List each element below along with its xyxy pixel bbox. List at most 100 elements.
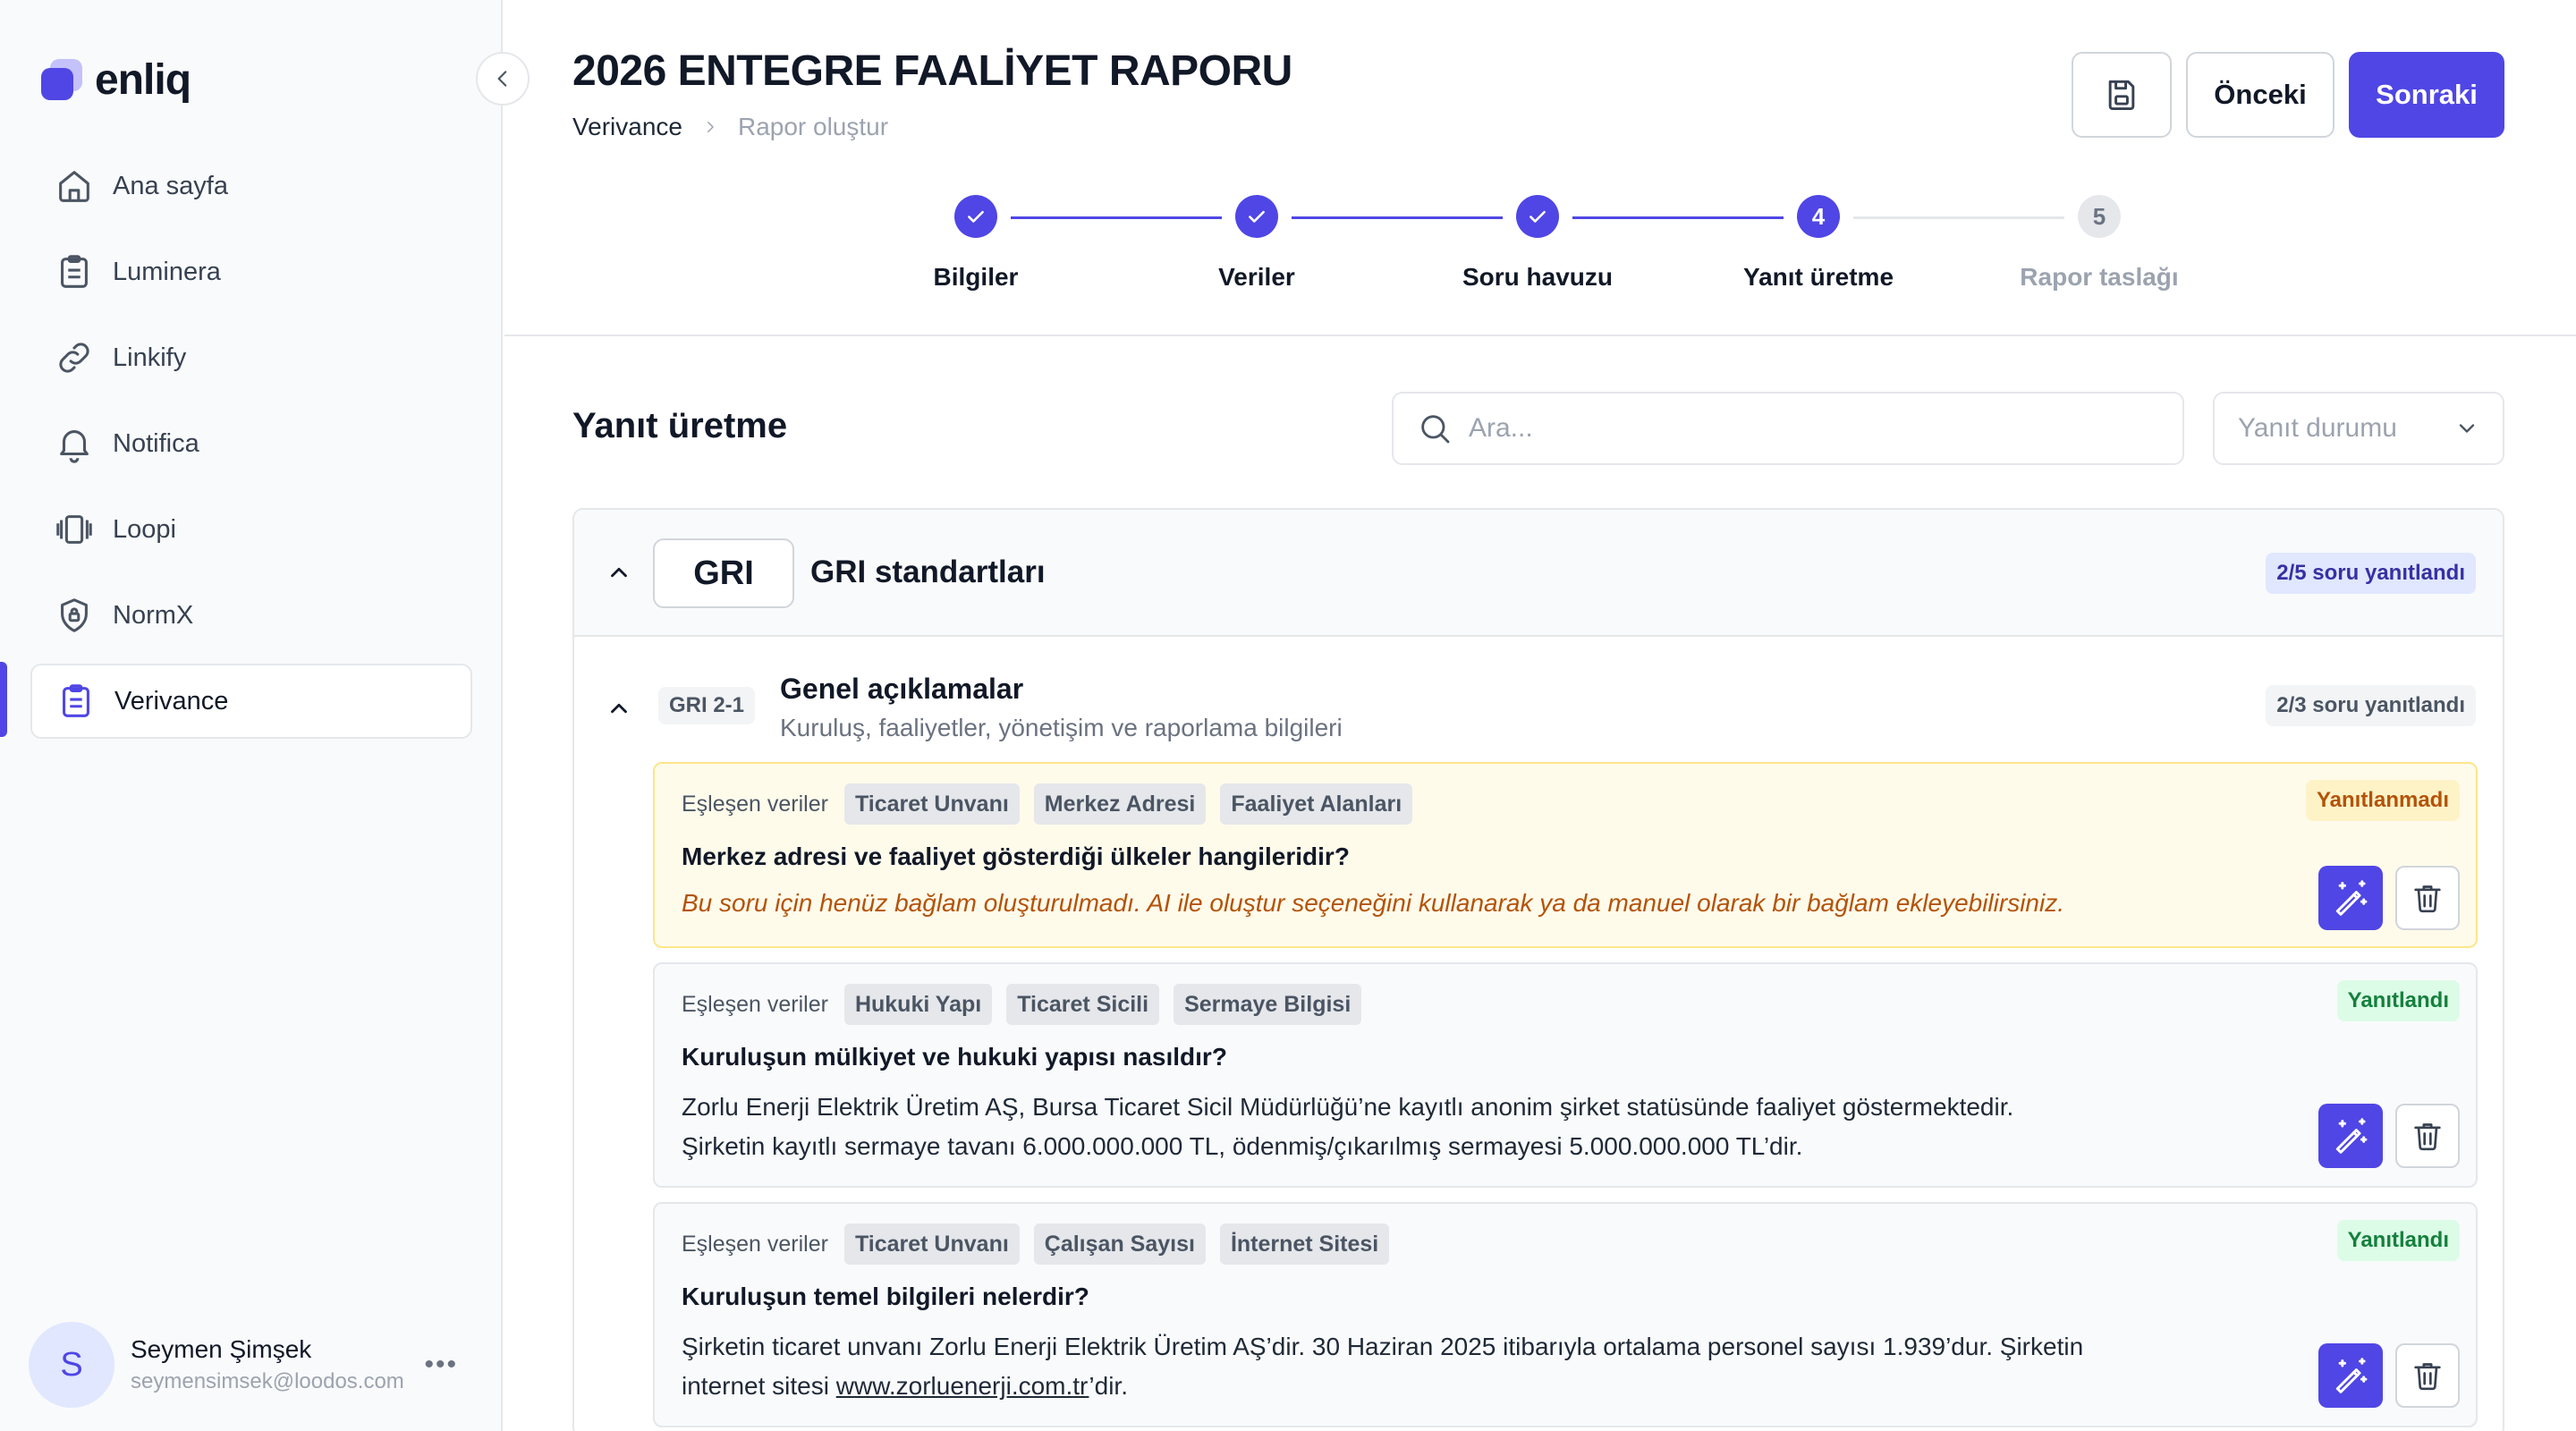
data-tag: Faaliyet Alanları xyxy=(1220,783,1413,825)
trash-icon xyxy=(2414,1123,2441,1151)
user-email: seymensimsek@loodos.com xyxy=(131,1369,404,1393)
group-code: GRI xyxy=(653,538,794,608)
data-tag: Ticaret Sicili xyxy=(1006,984,1160,1025)
search-box[interactable] xyxy=(1392,392,2184,465)
answer-text: Şirketin ticaret unvanı Zorlu Enerji Ele… xyxy=(682,1327,2202,1406)
chevron-right-icon xyxy=(707,122,714,132)
section-title: Yanıt üretme xyxy=(572,406,788,445)
chevron-up-icon[interactable] xyxy=(601,690,637,726)
next-button[interactable]: Sonraki xyxy=(2349,52,2504,138)
sidebar-item-label: Notifica xyxy=(113,428,199,458)
matched-data-label: Eşleşen veriler xyxy=(682,791,828,817)
collapse-sidebar-button[interactable] xyxy=(476,52,530,106)
group-header[interactable]: GRI GRI standartları 2/5 soru yanıtlandı xyxy=(574,510,2503,637)
section-progress-badge: 2/3 soru yanıtlandı xyxy=(2266,685,2476,726)
logo-mark-icon xyxy=(41,58,84,102)
save-button[interactable] xyxy=(2072,52,2172,138)
question-text: Kuruluşun mülkiyet ve hukuki yapısı nası… xyxy=(682,1043,1227,1071)
delete-button[interactable] xyxy=(2395,1104,2460,1168)
matched-data-label: Eşleşen veriler xyxy=(682,1231,828,1257)
status-filter-select[interactable]: Yanıt durumu xyxy=(2213,392,2504,465)
breadcrumb-item-verivance[interactable]: Verivance xyxy=(572,113,682,141)
delete-button[interactable] xyxy=(2395,866,2460,930)
empty-context-message: Bu soru için henüz bağlam oluşturulmadı.… xyxy=(682,889,2064,917)
data-tag: Merkez Adresi xyxy=(1033,783,1207,825)
bell-icon xyxy=(60,430,89,463)
search-input[interactable] xyxy=(1469,413,2148,444)
section-description: Kuruluş, faaliyetler, yönetişim ve rapor… xyxy=(780,714,1343,741)
more-options-icon[interactable]: ••• xyxy=(424,1350,458,1380)
section-code: GRI 2-1 xyxy=(658,687,756,724)
trash-icon xyxy=(2414,1363,2441,1391)
sidebar-item-label: Luminera xyxy=(113,257,221,286)
user-profile[interactable]: S Seymen Şimşek seymensimsek@loodos.com … xyxy=(29,1322,476,1408)
website-link[interactable]: www.zorluenerji.com.tr xyxy=(836,1372,1089,1400)
active-indicator xyxy=(0,662,7,737)
question-actions xyxy=(2318,866,2460,930)
ai-generate-button[interactable] xyxy=(2318,1104,2383,1168)
answer-line: Şirketin kayıtlı sermaye tavanı 6.000.00… xyxy=(682,1132,1803,1160)
answer-line: Zorlu Enerji Elektrik Üretim AŞ, Bursa T… xyxy=(682,1093,2014,1121)
matched-data-label: Eşleşen veriler xyxy=(682,991,828,1017)
user-name: Seymen Şimşek xyxy=(131,1335,312,1363)
previous-button[interactable]: Önceki xyxy=(2186,52,2334,138)
check-icon xyxy=(954,195,997,238)
check-icon xyxy=(1516,195,1559,238)
step-veriler[interactable]: Veriler xyxy=(1149,195,1364,292)
carousel-icon xyxy=(56,515,92,544)
magic-wand-icon xyxy=(2335,1118,2368,1154)
delete-button[interactable] xyxy=(2395,1343,2460,1408)
shield-lock-icon xyxy=(61,598,88,632)
sidebar-item-linkify[interactable]: Linkify xyxy=(30,320,472,395)
step-bilgiler[interactable]: Bilgiler xyxy=(869,195,1083,292)
matched-data-tags: Eşleşen veriler Hukuki Yapı Ticaret Sici… xyxy=(682,984,1362,1025)
step-yanit-uretme[interactable]: 4 Yanıt üretme xyxy=(1711,195,1926,292)
step-label: Soru havuzu xyxy=(1462,263,1613,291)
sidebar-item-label: Verivance xyxy=(114,686,229,716)
clipboard-list-icon xyxy=(63,684,89,717)
sidebar-item-verivance[interactable]: Verivance xyxy=(30,664,472,739)
question-card: Eşleşen veriler Ticaret Unvanı Merkez Ad… xyxy=(653,762,2478,948)
breadcrumb: Verivance Rapor oluştur xyxy=(572,113,888,141)
question-card: Eşleşen veriler Ticaret Unvanı Çalışan S… xyxy=(653,1202,2478,1427)
chevron-up-icon[interactable] xyxy=(601,555,637,590)
sidebar-nav: Ana sayfa Luminera Linkify Notifica Loop… xyxy=(30,148,472,749)
ai-generate-button[interactable] xyxy=(2318,866,2383,930)
question-text: Merkez adresi ve faaliyet gösterdiği ülk… xyxy=(682,843,1350,870)
step-number: 5 xyxy=(2078,195,2121,238)
sidebar-item-notifica[interactable]: Notifica xyxy=(30,406,472,481)
avatar: S xyxy=(29,1322,114,1408)
data-tag: İnternet Sitesi xyxy=(1219,1224,1390,1265)
status-badge: Yanıtlanmadı xyxy=(2305,780,2460,821)
sidebar-item-label: Linkify xyxy=(113,343,187,372)
question-actions xyxy=(2318,1104,2460,1168)
step-soru-havuzu[interactable]: Soru havuzu xyxy=(1430,195,1645,292)
magic-wand-icon xyxy=(2335,1358,2368,1393)
logo[interactable]: enliq xyxy=(41,55,191,105)
logo-text: enliq xyxy=(95,56,191,104)
home-icon xyxy=(59,171,89,202)
question-text: Kuruluşun temel bilgileri nelerdir? xyxy=(682,1283,1089,1310)
sidebar-item-normx[interactable]: NormX xyxy=(30,578,472,653)
matched-data-tags: Eşleşen veriler Ticaret Unvanı Merkez Ad… xyxy=(682,783,1413,825)
data-tag: Çalışan Sayısı xyxy=(1033,1224,1206,1265)
ai-generate-button[interactable] xyxy=(2318,1343,2383,1408)
standard-group-card: GRI GRI standartları 2/5 soru yanıtlandı… xyxy=(572,508,2504,1431)
stepper: Bilgiler Veriler Soru havuzu 4 Yanıt üre… xyxy=(504,195,2576,302)
answer-text-suffix: ’dir. xyxy=(1089,1372,1128,1400)
sidebar-item-luminera[interactable]: Luminera xyxy=(30,234,472,309)
sidebar: enliq Ana sayfa Luminera Linkify Notific… xyxy=(0,0,503,1431)
search-icon xyxy=(1421,415,1450,444)
question-card: Eşleşen veriler Hukuki Yapı Ticaret Sici… xyxy=(653,962,2478,1188)
sidebar-item-ana-sayfa[interactable]: Ana sayfa xyxy=(30,148,472,224)
step-label: Rapor taslağı xyxy=(2020,263,2179,291)
sidebar-item-label: Ana sayfa xyxy=(113,171,228,200)
data-tag: Sermaye Bilgisi xyxy=(1174,984,1362,1025)
step-number: 4 xyxy=(1797,195,1840,238)
sidebar-item-loopi[interactable]: Loopi xyxy=(30,492,472,567)
question-actions xyxy=(2318,1343,2460,1408)
magic-wand-icon xyxy=(2335,880,2368,916)
check-icon xyxy=(1235,195,1278,238)
step-label: Bilgiler xyxy=(933,263,1019,291)
step-rapor-taslagi[interactable]: 5 Rapor taslağı xyxy=(1992,195,2207,292)
